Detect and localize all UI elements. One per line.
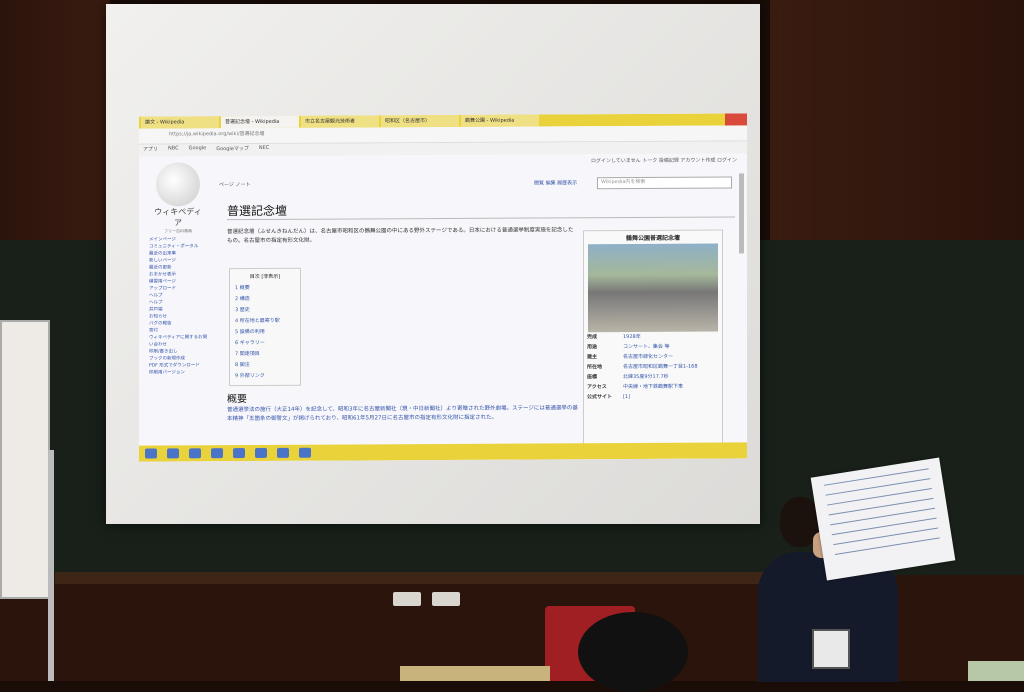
windows-start-icon — [145, 448, 157, 459]
infobox-value: 北緯35度9分17.7秒 — [623, 373, 669, 381]
logo-text: ウィキペディア — [154, 207, 202, 228]
bookmark: アプリ — [143, 146, 159, 153]
infobox-value: 中央線・地下鉄鶴舞駅下車 — [623, 383, 684, 391]
title-divider — [227, 216, 735, 221]
handheld-paper — [810, 457, 956, 581]
scrollbar — [739, 173, 744, 254]
whiteboard — [0, 320, 50, 599]
windows-taskbar — [139, 442, 747, 462]
bookmark: Google — [188, 145, 207, 152]
toc-title: 目次 [非表示] — [249, 273, 281, 281]
wiki-search-input: Wikipedia内を検索 — [597, 176, 732, 190]
infobox-value: [1] — [623, 394, 631, 401]
infobox-row: 所在地 名古屋市昭和区鶴舞一丁目1-168 — [584, 362, 722, 373]
logo-subtitle: フリー百科事典 — [164, 228, 192, 234]
sidebar-item: 印刷用バージョン — [149, 370, 185, 376]
table-of-contents: 目次 [非表示] 1 概要 2 構造 3 歴史 4 所在地と最寄り駅 5 設備の… — [229, 267, 301, 387]
infobox-row: 公式サイト [1] — [584, 392, 722, 403]
infobox-value: 名古屋市昭和区鶴舞一丁目1-168 — [623, 363, 698, 371]
toc-item: 4 所在地と最寄り駅 — [235, 317, 280, 325]
infobox: 鶴舞公園普選記念壇 完成 1928年 用途 コンサート、集会 等 建主 名古屋市緑化セ… — [583, 229, 723, 462]
ie-icon — [189, 448, 201, 459]
bookmark: Googleマップ — [216, 146, 249, 153]
word-icon — [299, 447, 311, 458]
browser-tab-active: 普選記念壇 - Wikipedia — [221, 115, 299, 129]
browser-tab: 論文 - Wikipedia — [141, 116, 219, 129]
infobox-row: 座標 北緯35度9分17.7秒 — [584, 372, 722, 383]
board-clip — [393, 592, 421, 606]
app-icon — [277, 447, 289, 458]
app-icon — [255, 447, 267, 458]
explorer-icon — [167, 448, 179, 459]
article-lead: 普選記念壇（ふせんきねんだん）は、名古屋市昭和区の鶴舞公園の中にある野外ステージ… — [227, 227, 574, 245]
view-tabs: 閲覧 編集 履歴表示 — [534, 180, 578, 187]
name-badge — [812, 629, 850, 669]
toc-item: 2 構造 — [235, 296, 250, 303]
user-links: ログインしていません トーク 投稿記録 アカウント作成 ログイン — [590, 157, 737, 165]
infobox-row: アクセス 中央線・地下鉄鶴舞駅下車 — [584, 382, 722, 393]
chrome-icon — [233, 448, 245, 459]
toc-item: 8 脚注 — [235, 362, 250, 369]
projected-browser-window: 論文 - Wikipedia 普選記念壇 - Wikipedia 市立名古屋観光… — [139, 113, 747, 462]
toc-item: 9 外部リンク — [235, 372, 265, 380]
toc-item: 6 ギャラリー — [235, 339, 265, 347]
infobox-key: 完成 — [587, 334, 598, 341]
wikipedia-logo: ウィキペディア フリー百科事典 — [153, 162, 203, 234]
toc-item: 3 歴史 — [235, 307, 250, 314]
board-clip — [432, 592, 460, 606]
infobox-key: 公式サイト — [587, 394, 613, 401]
infobox-key: 所在地 — [587, 364, 603, 371]
toc-item: 1 概要 — [235, 285, 250, 292]
infobox-value: 1928年 — [623, 333, 641, 341]
browser-tab: 鶴舞公園 - Wikipedia — [461, 114, 539, 127]
article-title: 普選記念壇 — [227, 203, 288, 219]
infobox-row: 完成 1928年 — [584, 332, 722, 343]
browser-tab: 昭和区（名古屋市） — [381, 114, 459, 128]
infobox-value: 名古屋市緑化センター — [623, 353, 674, 361]
infobox-row: 建主 名古屋市緑化センター — [584, 352, 722, 363]
sidebar-item: ウィキペディアに関するお問い合わせ — [149, 335, 208, 348]
sidebar-nav: メインページ コミュニティ・ポータル 最近の出来事 新しいページ 最近の更新 お… — [149, 236, 209, 376]
browser-tab: 市立名古屋観光技術者 — [301, 115, 379, 128]
globe-icon — [156, 162, 200, 207]
toc-item: 7 関連項目 — [235, 350, 260, 358]
audience-head — [578, 612, 688, 692]
window-close-button — [725, 113, 747, 126]
desk-items — [400, 666, 550, 681]
infobox-key: 建主 — [587, 354, 598, 361]
page-tabs: ページ ノート — [219, 182, 251, 189]
whiteboard-stand — [48, 450, 54, 681]
bookmark: NEC — [258, 144, 270, 151]
booklets — [968, 661, 1024, 681]
toc-item: 5 設備の利用 — [235, 328, 265, 336]
infobox-key: 座標 — [587, 374, 598, 381]
folder-icon — [211, 448, 223, 459]
infobox-photo — [588, 243, 718, 333]
section-heading: 概要 — [227, 394, 247, 406]
chalk-rail — [55, 572, 765, 584]
section-text: 普通選挙法の施行（大正14年）を記念して、昭和3年に名古屋新聞社（現・中日新聞社… — [227, 405, 578, 423]
infobox-title: 鶴舞公園普選記念壇 — [625, 234, 680, 243]
infobox-key: アクセス — [587, 384, 607, 391]
infobox-value: コンサート、集会 等 — [623, 343, 670, 351]
infobox-row: 用途 コンサート、集会 等 — [584, 342, 722, 353]
infobox-key: 用途 — [587, 344, 598, 351]
bookmark: NBC — [168, 145, 179, 152]
